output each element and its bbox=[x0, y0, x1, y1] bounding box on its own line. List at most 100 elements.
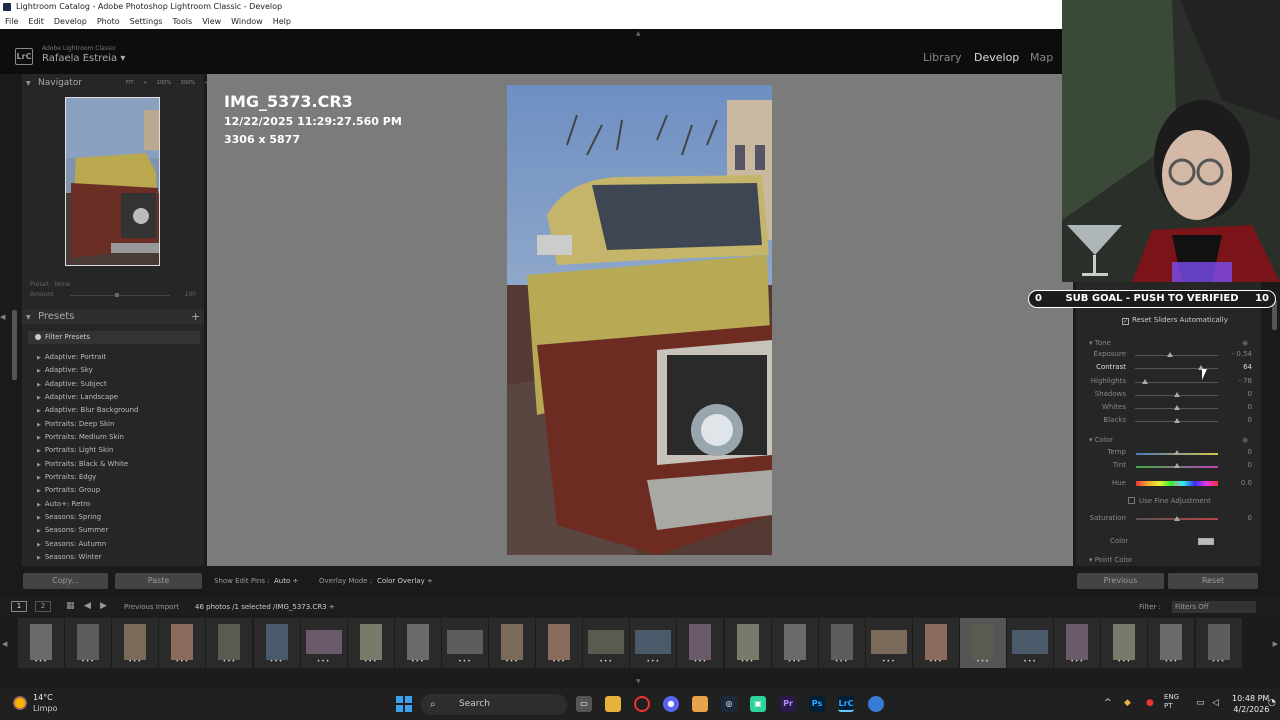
notification-icon[interactable]: ◔ bbox=[1268, 698, 1276, 708]
zoom-300[interactable]: 300% ÷ bbox=[181, 80, 209, 86]
preset-folder[interactable]: ▶ Adaptive: Sky bbox=[37, 364, 202, 377]
preset-folder[interactable]: ▶ Portraits: Light Skin bbox=[37, 444, 202, 457]
filmstrip-thumbnail[interactable]: ••• bbox=[489, 618, 535, 668]
filmstrip-thumbnail[interactable]: ••• bbox=[536, 618, 583, 668]
steam-icon[interactable]: ◎ bbox=[721, 696, 737, 712]
filmstrip-thumbnail[interactable]: ••• bbox=[1148, 618, 1195, 668]
preset-folder[interactable]: ▶ Seasons: Autumn bbox=[37, 538, 202, 551]
previous-button[interactable]: Previous bbox=[1077, 573, 1164, 589]
preset-folder[interactable]: ▶ Adaptive: Landscape bbox=[37, 391, 202, 404]
filmstrip-thumbnail[interactable]: ••• bbox=[630, 618, 677, 668]
filmstrip-thumbnail[interactable]: ••• bbox=[65, 618, 112, 668]
lightroom-classic-icon[interactable]: LrC bbox=[838, 696, 854, 712]
slider-thumb[interactable] bbox=[1173, 481, 1180, 486]
filmstrip-thumbnail[interactable]: ••• bbox=[818, 618, 865, 668]
clock[interactable]: 10:48 PM 4/2/2026 bbox=[1232, 693, 1269, 715]
preset-folder[interactable]: ▶ Seasons: Winter bbox=[37, 551, 202, 564]
browser-icon[interactable] bbox=[868, 696, 884, 712]
filmstrip-left-arrow-icon[interactable]: ◀ bbox=[2, 640, 7, 648]
slider-blacks[interactable]: Blacks 0 bbox=[1092, 416, 1252, 428]
slider-exposure[interactable]: Exposure - 0.54 bbox=[1092, 350, 1252, 362]
slider-value[interactable]: 0 bbox=[1226, 390, 1252, 398]
disclosure-triangle-icon[interactable]: ▼ bbox=[26, 314, 31, 321]
filmstrip-thumbnail[interactable]: ••• bbox=[912, 618, 959, 668]
filmstrip-thumbnail[interactable]: ••• bbox=[960, 618, 1006, 668]
slider-value[interactable]: 0 bbox=[1226, 403, 1252, 411]
opera-icon[interactable] bbox=[634, 696, 650, 712]
filmstrip-thumbnail[interactable]: ••• bbox=[300, 618, 347, 668]
menu-window[interactable]: Window bbox=[231, 14, 263, 29]
slider-value[interactable]: 0 bbox=[1226, 514, 1252, 522]
module-develop[interactable]: Develop bbox=[974, 51, 1019, 64]
collapse-bottom-arrow-icon[interactable]: ▼ bbox=[636, 678, 641, 685]
slider-thumb[interactable] bbox=[1173, 463, 1180, 468]
back-arrow-icon[interactable]: ◀ bbox=[84, 601, 91, 611]
taskbar-search[interactable]: ⌕ Search bbox=[421, 694, 567, 715]
filmstrip-thumbnail[interactable]: ••• bbox=[771, 618, 818, 668]
slider-value[interactable]: - 78 bbox=[1226, 377, 1252, 385]
grid-view-icon[interactable]: ▦ bbox=[66, 601, 75, 611]
reset-button[interactable]: Reset bbox=[1168, 573, 1258, 589]
filmstrip-thumbnail[interactable]: ••• bbox=[394, 618, 441, 668]
filmstrip-thumbnail[interactable]: ••• bbox=[724, 618, 771, 668]
menu-view[interactable]: View bbox=[202, 14, 221, 29]
filmstrip-thumbnail[interactable]: ••• bbox=[583, 618, 630, 668]
preset-folder[interactable]: ▶ Auto+: Retro bbox=[37, 498, 202, 511]
slider-track[interactable] bbox=[1135, 355, 1218, 356]
menu-photo[interactable]: Photo bbox=[97, 14, 120, 29]
slider-value[interactable]: 0 bbox=[1226, 416, 1252, 424]
color-swatch[interactable] bbox=[1198, 538, 1214, 545]
photoshop-icon[interactable]: Ps bbox=[809, 696, 825, 712]
slider-value[interactable]: 0 bbox=[1226, 461, 1252, 469]
filmstrip-count[interactable]: 46 photos /1 selected /IMG_5373.CR3 ÷ bbox=[195, 603, 335, 611]
premiere-icon[interactable]: Pr bbox=[780, 696, 796, 712]
filmstrip-thumbnail[interactable]: ••• bbox=[1054, 618, 1101, 668]
module-library[interactable]: Library bbox=[923, 51, 961, 64]
edit-pins-select[interactable]: Auto ÷ bbox=[274, 577, 298, 585]
filmstrip-thumbnail[interactable]: ••• bbox=[159, 618, 206, 668]
preset-folder[interactable]: ▶ Portraits: Group bbox=[37, 484, 202, 497]
slider-whites[interactable]: Whites 0 bbox=[1092, 403, 1252, 415]
filmstrip-thumbnail[interactable]: ••• bbox=[441, 618, 488, 668]
slider-saturation[interactable]: Saturation 0 bbox=[1090, 514, 1253, 526]
app-icon[interactable] bbox=[692, 696, 708, 712]
navigator-preview[interactable] bbox=[65, 97, 160, 266]
filmstrip-thumbnail[interactable]: ••• bbox=[865, 618, 912, 668]
slider-thumb[interactable] bbox=[1173, 418, 1180, 423]
slider-thumb[interactable] bbox=[1173, 516, 1180, 521]
slider-thumb[interactable] bbox=[1166, 352, 1173, 357]
preset-folder[interactable]: ▶ Portraits: Deep Skin bbox=[37, 418, 202, 431]
filmstrip-right-arrow-icon[interactable]: ▶ bbox=[1273, 640, 1278, 648]
copy-button[interactable]: Copy... bbox=[23, 573, 108, 589]
slider-hue[interactable]: Hue 0.0 bbox=[1092, 479, 1252, 491]
preset-folder[interactable]: ▶ Seasons: Spring bbox=[37, 511, 202, 524]
add-preset-icon[interactable]: + bbox=[191, 310, 200, 323]
module-map[interactable]: Map bbox=[1030, 51, 1053, 64]
filmstrip-thumbnail[interactable]: ••• bbox=[253, 618, 300, 668]
slider-shadows[interactable]: Shadows 0 bbox=[1092, 390, 1252, 402]
slider-thumb[interactable] bbox=[1173, 392, 1180, 397]
menu-help[interactable]: Help bbox=[273, 14, 291, 29]
window-2-button[interactable]: 2 bbox=[35, 601, 51, 612]
collapse-top-arrow-icon[interactable]: ▲ bbox=[636, 30, 641, 37]
slider-thumb[interactable] bbox=[1173, 405, 1180, 410]
network-icon[interactable]: ▭ bbox=[1196, 698, 1205, 708]
preset-folder[interactable]: ▶ Portraits: Black & White bbox=[37, 458, 202, 471]
zoom-fit[interactable]: FIT ÷ bbox=[126, 80, 147, 86]
overlay-mode-select[interactable]: Color Overlay ÷ bbox=[377, 577, 433, 585]
filter-presets-field[interactable]: Filter Presets bbox=[28, 331, 200, 344]
menu-settings[interactable]: Settings bbox=[130, 14, 163, 29]
user-name[interactable]: Rafaela Estreia ▾ bbox=[42, 53, 125, 64]
slider-value[interactable]: 0.0 bbox=[1226, 479, 1252, 487]
slider-temp[interactable]: Temp 0 bbox=[1092, 448, 1252, 460]
filmstrip-thumbnail[interactable]: ••• bbox=[1195, 618, 1242, 668]
filmstrip-thumbnail[interactable]: ••• bbox=[1007, 618, 1054, 668]
menu-develop[interactable]: Develop bbox=[54, 14, 87, 29]
filmstrip-thumbnail[interactable]: ••• bbox=[18, 618, 64, 668]
fine-adjustment-checkbox[interactable]: Use Fine Adjustment bbox=[1128, 497, 1211, 505]
microphone-icon[interactable]: ● bbox=[1146, 698, 1154, 708]
discord-icon[interactable]: ● bbox=[663, 696, 679, 712]
preset-folder[interactable]: ▶ Adaptive: Portrait bbox=[37, 351, 202, 364]
windows-start-icon[interactable] bbox=[396, 696, 412, 712]
amount-slider-thumb[interactable] bbox=[115, 293, 119, 297]
